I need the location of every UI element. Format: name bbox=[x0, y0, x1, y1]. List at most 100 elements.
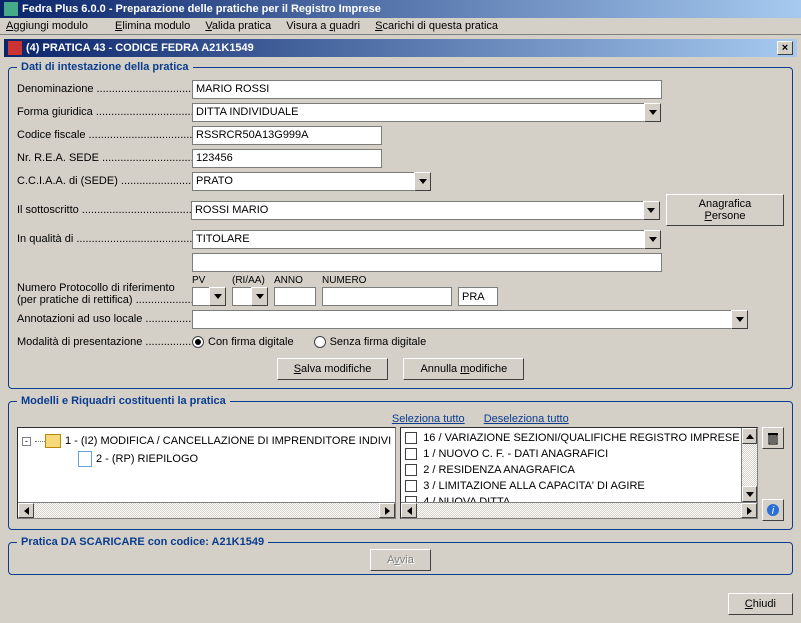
hdr-numero: NUMERO bbox=[322, 275, 452, 286]
link-deseleziona-tutto[interactable]: Deseleziona tutto bbox=[484, 413, 569, 425]
input-forma[interactable] bbox=[192, 103, 645, 122]
tree-node-2-label: 2 - (RP) RIEPILOGO bbox=[96, 453, 198, 465]
input-denominazione[interactable] bbox=[192, 80, 662, 99]
list-vscroll[interactable] bbox=[741, 428, 757, 502]
list-item-label: 16 / VARIAZIONE SEZIONI/QUALIFICHE REGIS… bbox=[423, 432, 739, 444]
lbl-qualita: In qualità di bbox=[17, 233, 73, 245]
menu-elimina[interactable]: Elimina modulo bbox=[115, 20, 190, 32]
list-item-label: 3 / LIMITAZIONE ALLA CAPACITA' DI AGIRE bbox=[423, 480, 645, 492]
dd-qualita[interactable] bbox=[644, 230, 661, 249]
anagrafica-button[interactable]: Anagrafica Persone bbox=[666, 194, 784, 226]
input-qualita[interactable] bbox=[192, 230, 645, 249]
dd-sottoscritto[interactable] bbox=[643, 201, 660, 220]
dd-riaa[interactable] bbox=[251, 287, 268, 306]
menu-visura[interactable]: Visura a quadri bbox=[286, 20, 360, 32]
input-cciaa[interactable] bbox=[192, 172, 415, 191]
lbl-forma: Forma giuridica bbox=[17, 106, 93, 118]
input-sottoscritto[interactable] bbox=[191, 201, 644, 220]
input-rea[interactable] bbox=[192, 149, 382, 168]
avvia-button: Avvia bbox=[370, 549, 431, 571]
mdi-title-text: (4) PRATICA 43 - CODICE FEDRA A21K1549 bbox=[26, 39, 254, 57]
checkbox[interactable] bbox=[405, 448, 417, 460]
input-annotazioni[interactable] bbox=[192, 310, 732, 329]
menubar: Aggiungi modulo Elimina modulo Valida pr… bbox=[0, 18, 801, 35]
scroll-left-icon[interactable] bbox=[18, 503, 34, 518]
input-pv[interactable] bbox=[192, 287, 210, 306]
fs-scaricare: Pratica DA SCARICARE con codice: A21K154… bbox=[8, 536, 793, 575]
scroll-left-icon[interactable] bbox=[401, 503, 417, 518]
list-item[interactable]: 2 / RESIDENZA ANAGRAFICA bbox=[403, 462, 741, 478]
checkbox[interactable] bbox=[405, 480, 417, 492]
mdi-titlebar: (4) PRATICA 43 - CODICE FEDRA A21K1549 × bbox=[4, 39, 797, 57]
fs-intestazione: Dati di intestazione della pratica Denom… bbox=[8, 61, 793, 389]
dd-pv[interactable] bbox=[209, 287, 226, 306]
fs-modelli: Modelli e Riquadri costituenti la pratic… bbox=[8, 395, 793, 530]
fs-scaricare-legend: Pratica DA SCARICARE con codice: A21K154… bbox=[17, 536, 268, 548]
input-extra[interactable] bbox=[192, 253, 662, 272]
fs-intestazione-legend: Dati di intestazione della pratica bbox=[17, 61, 193, 73]
tree-node-2[interactable]: 2 - (RP) RIEPILOGO bbox=[22, 450, 391, 468]
checkbox[interactable] bbox=[405, 464, 417, 476]
chiudi-button[interactable]: Chiudi bbox=[728, 593, 793, 615]
checkbox[interactable] bbox=[405, 432, 417, 444]
salva-button[interactable]: Salva modifiche bbox=[277, 358, 389, 380]
list-item-label: 2 / RESIDENZA ANAGRAFICA bbox=[423, 464, 575, 476]
tree-pane[interactable]: - 1 - (I2) MODIFICA / CANCELLAZIONE DI I… bbox=[17, 427, 396, 519]
lbl-denominazione: Denominazione bbox=[17, 83, 93, 95]
tree-node-1-label: 1 - (I2) MODIFICA / CANCELLAZIONE DI IMP… bbox=[65, 435, 391, 447]
radio-dot-icon bbox=[314, 336, 326, 348]
list-item[interactable]: 1 / NUOVO C. F. - DATI ANAGRAFICI bbox=[403, 446, 741, 462]
document-icon bbox=[78, 451, 92, 467]
scroll-up-icon[interactable] bbox=[742, 428, 757, 444]
lbl-proto2: (per pratiche di rettifica) bbox=[17, 294, 133, 306]
lbl-sottoscritto: Il sottoscritto bbox=[17, 204, 79, 216]
hdr-anno: ANNO bbox=[274, 275, 316, 286]
link-seleziona-tutto[interactable]: Seleziona tutto bbox=[392, 413, 465, 425]
tree-node-1[interactable]: - 1 - (I2) MODIFICA / CANCELLAZIONE DI I… bbox=[22, 432, 391, 450]
scroll-right-icon[interactable] bbox=[379, 503, 395, 518]
input-anno[interactable] bbox=[274, 287, 316, 306]
list-item[interactable]: 3 / LIMITAZIONE ALLA CAPACITA' DI AGIRE bbox=[403, 478, 741, 494]
list-pane[interactable]: 16 / VARIAZIONE SEZIONI/QUALIFICHE REGIS… bbox=[400, 427, 758, 519]
folder-icon bbox=[45, 434, 61, 448]
lbl-rea: Nr. R.E.A. SEDE bbox=[17, 152, 99, 164]
input-numero[interactable] bbox=[322, 287, 452, 306]
lbl-cf: Codice fiscale bbox=[17, 129, 85, 141]
tree-hscroll[interactable] bbox=[18, 502, 395, 518]
delete-button[interactable] bbox=[762, 427, 784, 449]
lbl-annotazioni: Annotazioni ad uso locale bbox=[17, 313, 142, 325]
lbl-modalita: Modalità di presentazione bbox=[17, 336, 142, 348]
mdi-icon bbox=[8, 41, 22, 55]
dd-forma[interactable] bbox=[644, 103, 661, 122]
radio-senza-firma[interactable]: Senza firma digitale bbox=[314, 336, 427, 348]
input-riaa[interactable] bbox=[232, 287, 252, 306]
list-item[interactable]: 16 / VARIAZIONE SEZIONI/QUALIFICHE REGIS… bbox=[403, 430, 741, 446]
dd-annotazioni[interactable] bbox=[731, 310, 748, 329]
lbl-proto1: Numero Protocollo di riferimento bbox=[17, 282, 175, 294]
mdi-close-button[interactable]: × bbox=[777, 41, 793, 55]
dd-cciaa[interactable] bbox=[414, 172, 431, 191]
scroll-down-icon[interactable] bbox=[742, 486, 757, 502]
fs-modelli-legend: Modelli e Riquadri costituenti la pratic… bbox=[17, 395, 230, 407]
app-title: Fedra Plus 6.0.0 - Preparazione delle pr… bbox=[22, 0, 381, 18]
input-cf[interactable] bbox=[192, 126, 382, 145]
menu-aggiungi[interactable]: Aggiungi modulo bbox=[6, 20, 100, 32]
menu-valida[interactable]: Valida pratica bbox=[205, 20, 271, 32]
annulla-button[interactable]: Annulla modifiche bbox=[403, 358, 524, 380]
input-pra bbox=[458, 287, 498, 306]
collapse-icon[interactable]: - bbox=[22, 437, 31, 446]
list-item-label: 1 / NUOVO C. F. - DATI ANAGRAFICI bbox=[423, 448, 608, 460]
list-hscroll[interactable] bbox=[401, 502, 757, 518]
app-titlebar: Fedra Plus 6.0.0 - Preparazione delle pr… bbox=[0, 0, 801, 18]
scroll-right-icon[interactable] bbox=[741, 503, 757, 518]
radio-dot-icon bbox=[192, 336, 204, 348]
list-item[interactable]: 4 / NUOVA DITTA bbox=[403, 494, 741, 502]
hdr-riaa: (RI/AA) bbox=[232, 275, 268, 286]
hdr-pv: PV bbox=[192, 275, 226, 286]
app-icon bbox=[4, 2, 18, 16]
trash-icon bbox=[766, 431, 780, 445]
menu-scarichi[interactable]: Scarichi di questa pratica bbox=[375, 20, 498, 32]
radio-con-firma[interactable]: Con firma digitale bbox=[192, 336, 294, 348]
info-button[interactable]: i bbox=[762, 499, 784, 521]
lbl-cciaa: C.C.I.A.A. di (SEDE) bbox=[17, 175, 118, 187]
